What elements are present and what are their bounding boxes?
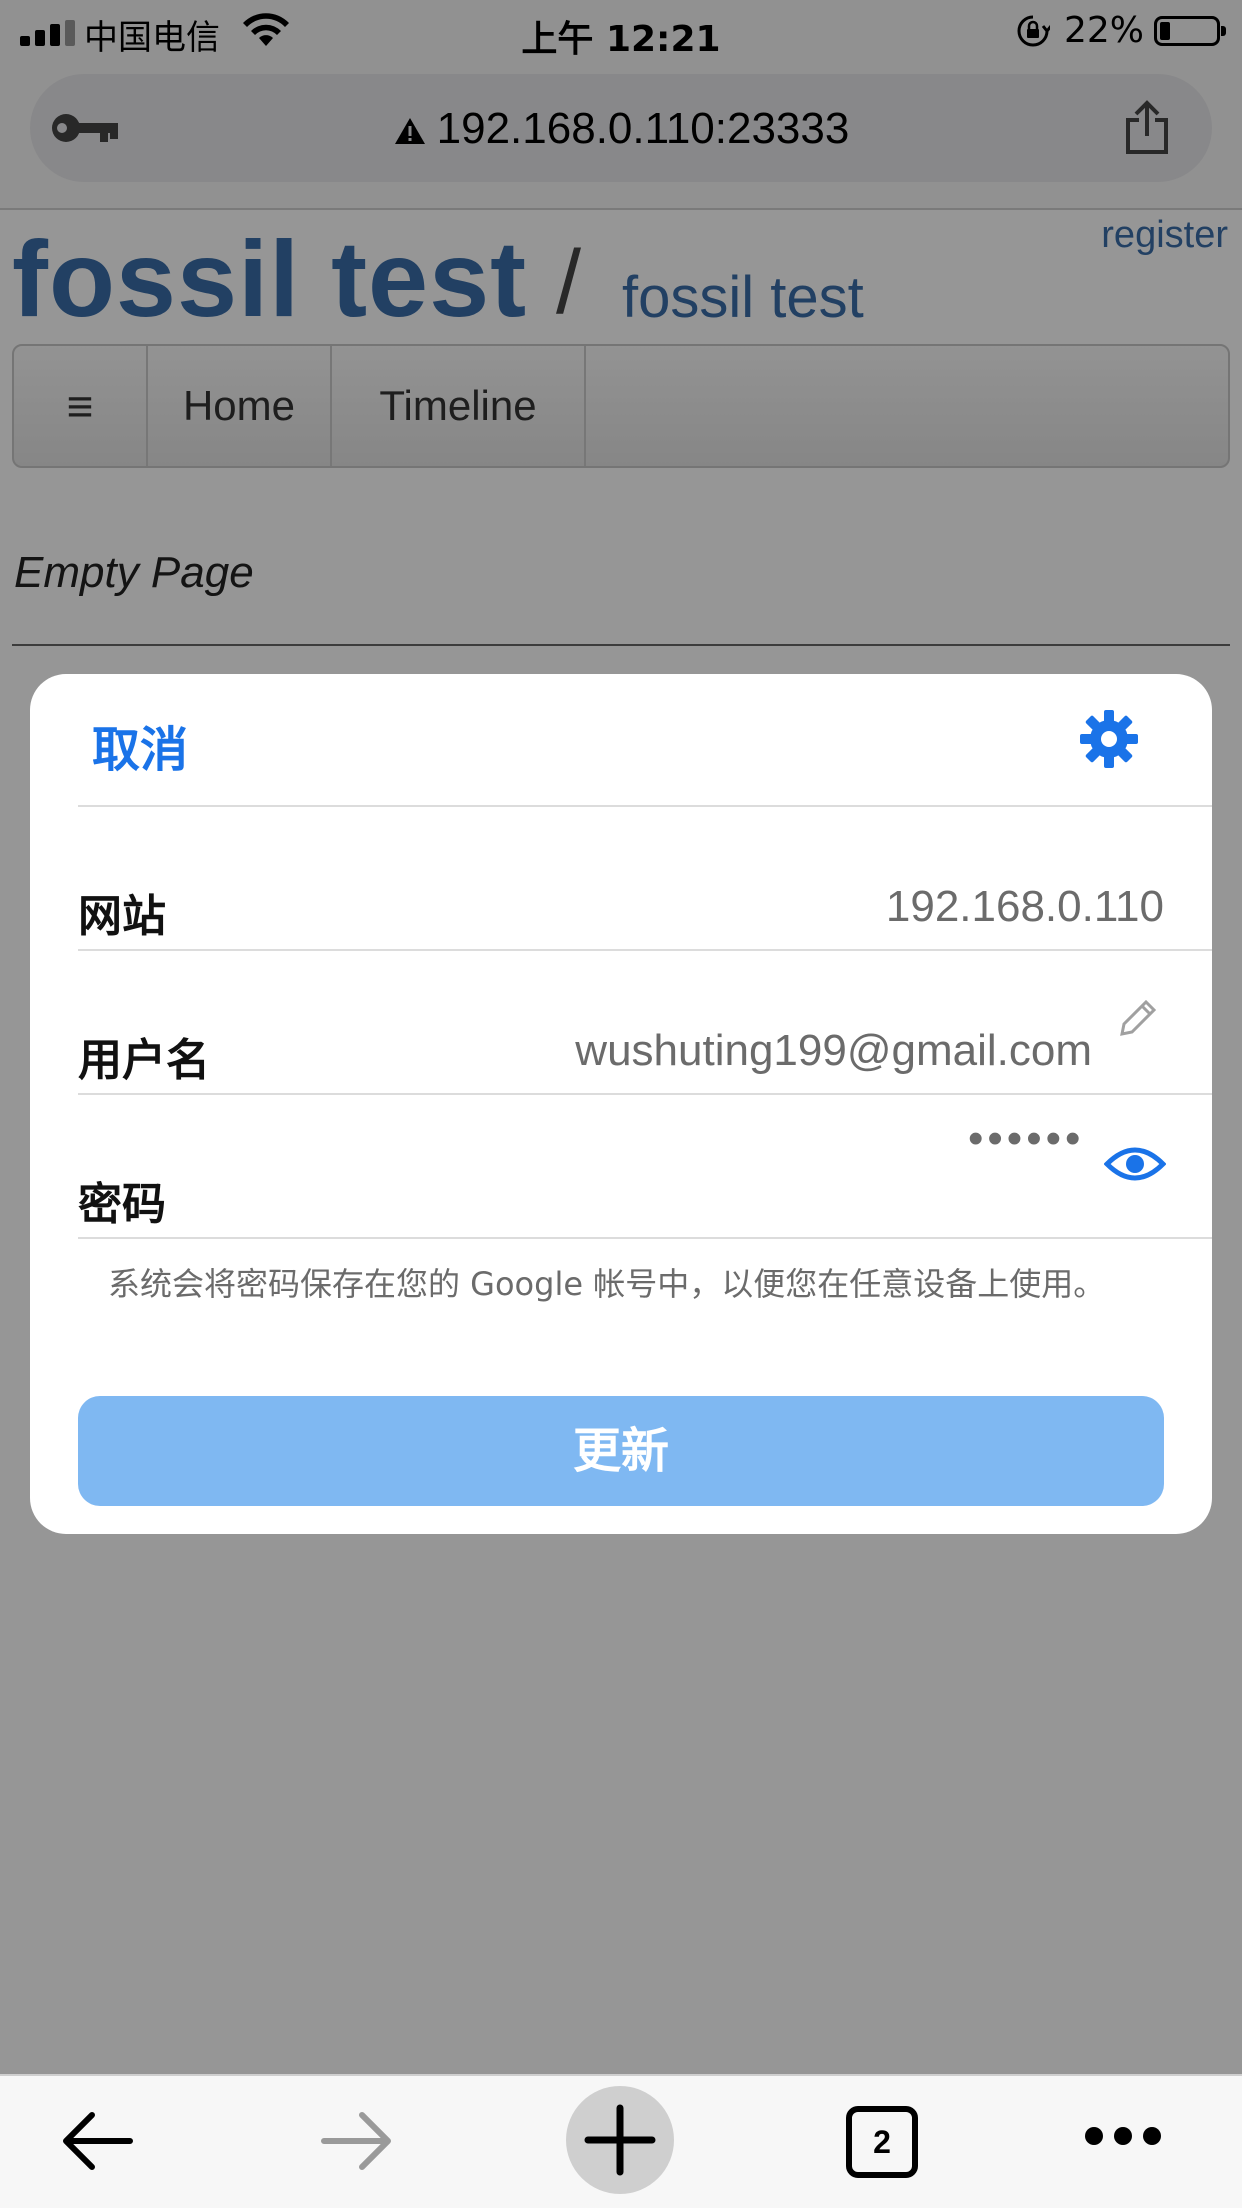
password-label: 密码	[78, 1179, 166, 1230]
username-label: 用户名	[78, 1035, 210, 1086]
gear-icon[interactable]	[1078, 708, 1140, 770]
more-menu-icon[interactable]	[1082, 2124, 1164, 2148]
show-password-eye-icon[interactable]	[1104, 1140, 1166, 1188]
edit-pencil-icon[interactable]	[1114, 996, 1160, 1042]
new-tab-plus-icon[interactable]	[566, 2086, 674, 2194]
password-field[interactable]: ••••••	[968, 1114, 1084, 1164]
divider	[78, 1237, 1212, 1239]
update-button[interactable]: 更新	[78, 1396, 1164, 1506]
back-arrow-icon[interactable]	[56, 2106, 136, 2176]
site-label: 网站	[78, 891, 166, 942]
browser-toolbar: 2	[0, 2074, 1242, 2208]
divider	[78, 1093, 1212, 1095]
divider	[78, 805, 1212, 807]
forward-arrow-icon[interactable]	[318, 2106, 398, 2176]
save-note: 系统会将密码保存在您的 Google 帐号中，以便您在任意设备上使用。	[108, 1265, 1106, 1303]
password-update-dialog: 取消 网站 192.168.0.110 用户名 wushuting199@gma…	[30, 674, 1212, 1534]
site-value: 192.168.0.110	[885, 882, 1164, 931]
cancel-button[interactable]: 取消	[92, 710, 188, 780]
username-field[interactable]: wushuting199@gmail.com	[575, 1026, 1092, 1076]
tab-switcher-button[interactable]: 2	[846, 2106, 918, 2178]
divider	[78, 949, 1212, 951]
